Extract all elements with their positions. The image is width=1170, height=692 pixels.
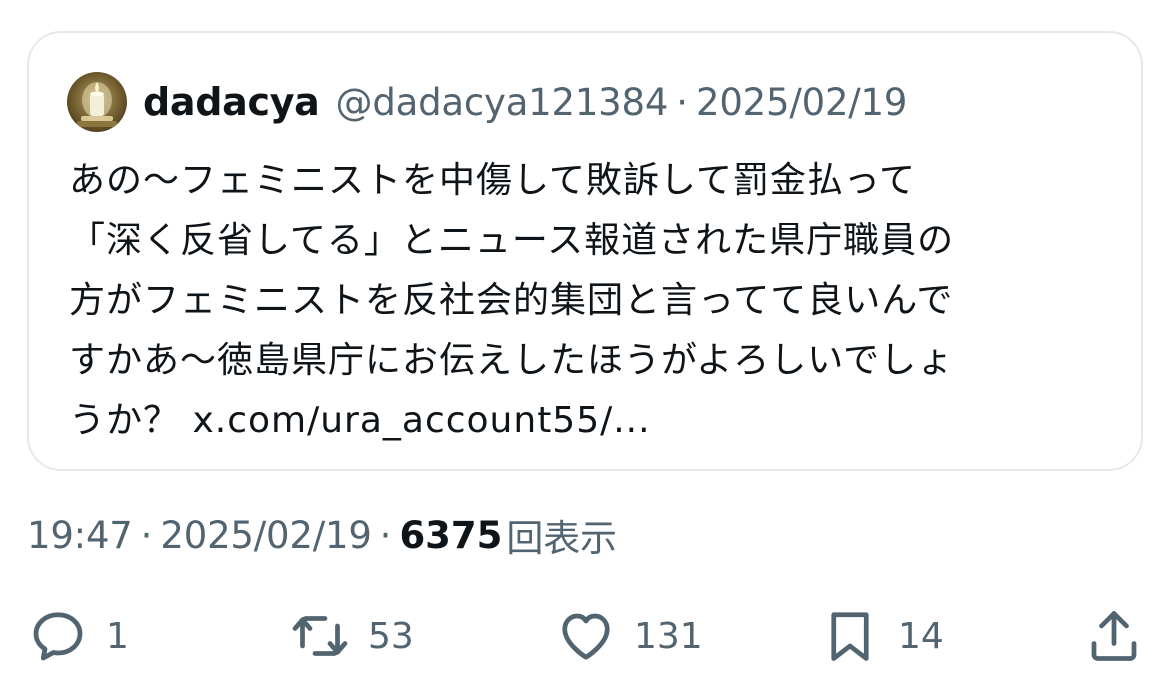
author-name[interactable]: dadacya <box>143 80 320 124</box>
bookmark-button[interactable]: 14 <box>820 600 944 672</box>
bookmark-count: 14 <box>898 615 944 657</box>
share-button[interactable] <box>1084 600 1144 672</box>
author-handle[interactable]: @dadacya121384 <box>336 81 669 124</box>
reply-count: 1 <box>106 615 129 657</box>
tweet-text-line: すかあ〜徳島県庁にお伝えしたほうがよろしいでしょ <box>69 340 955 381</box>
retweet-count: 53 <box>368 615 414 657</box>
retweet-button[interactable]: 53 <box>290 600 414 672</box>
tweet-time[interactable]: 19:47 <box>27 514 133 557</box>
tweet-meta: 19:47 · 2025/02/19 · 6375 回表示 <box>27 507 617 563</box>
quoted-tweet-card[interactable]: dadacya @dadacya121384 · 2025/02/19 あの〜フ… <box>27 31 1143 471</box>
action-bar: 1 53 131 14 <box>0 600 1170 672</box>
avatar[interactable] <box>67 72 127 132</box>
share-icon <box>1091 611 1137 661</box>
reply-icon <box>33 612 83 661</box>
tweet-text-line: あの〜フェミニストを中傷して敗訴して罰金払って <box>69 160 917 201</box>
tweet-text-line: 「深く反省してる」とニュース報道された県庁職員の <box>69 220 955 261</box>
tweet-text-line: うか？ x.com/ura_account55/... <box>69 400 651 441</box>
tweet-text-line: 方がフェミニストを反社会的集団と言ってて良いんで <box>69 280 954 321</box>
header-separator: · <box>676 80 688 124</box>
bookmark-icon <box>831 612 869 661</box>
quoted-tweet-text: あの〜フェミニストを中傷して敗訴して罰金払って 「深く反省してる」とニュース報道… <box>69 151 1119 451</box>
heart-icon <box>562 613 610 660</box>
views-count: 6375 <box>399 513 503 557</box>
quoted-tweet-header: dadacya @dadacya121384 · 2025/02/19 <box>67 71 907 133</box>
tweet-date[interactable]: 2025/02/19 <box>160 514 371 557</box>
candle-image-icon <box>77 82 117 127</box>
reply-button[interactable]: 1 <box>28 600 129 672</box>
meta-separator: · <box>140 513 153 557</box>
meta-separator: · <box>379 513 392 557</box>
retweet-icon <box>292 616 348 656</box>
like-button[interactable]: 131 <box>556 600 703 672</box>
like-count: 131 <box>634 615 703 657</box>
quoted-tweet-date[interactable]: 2025/02/19 <box>696 81 907 124</box>
views-label: 回表示 <box>506 517 617 560</box>
